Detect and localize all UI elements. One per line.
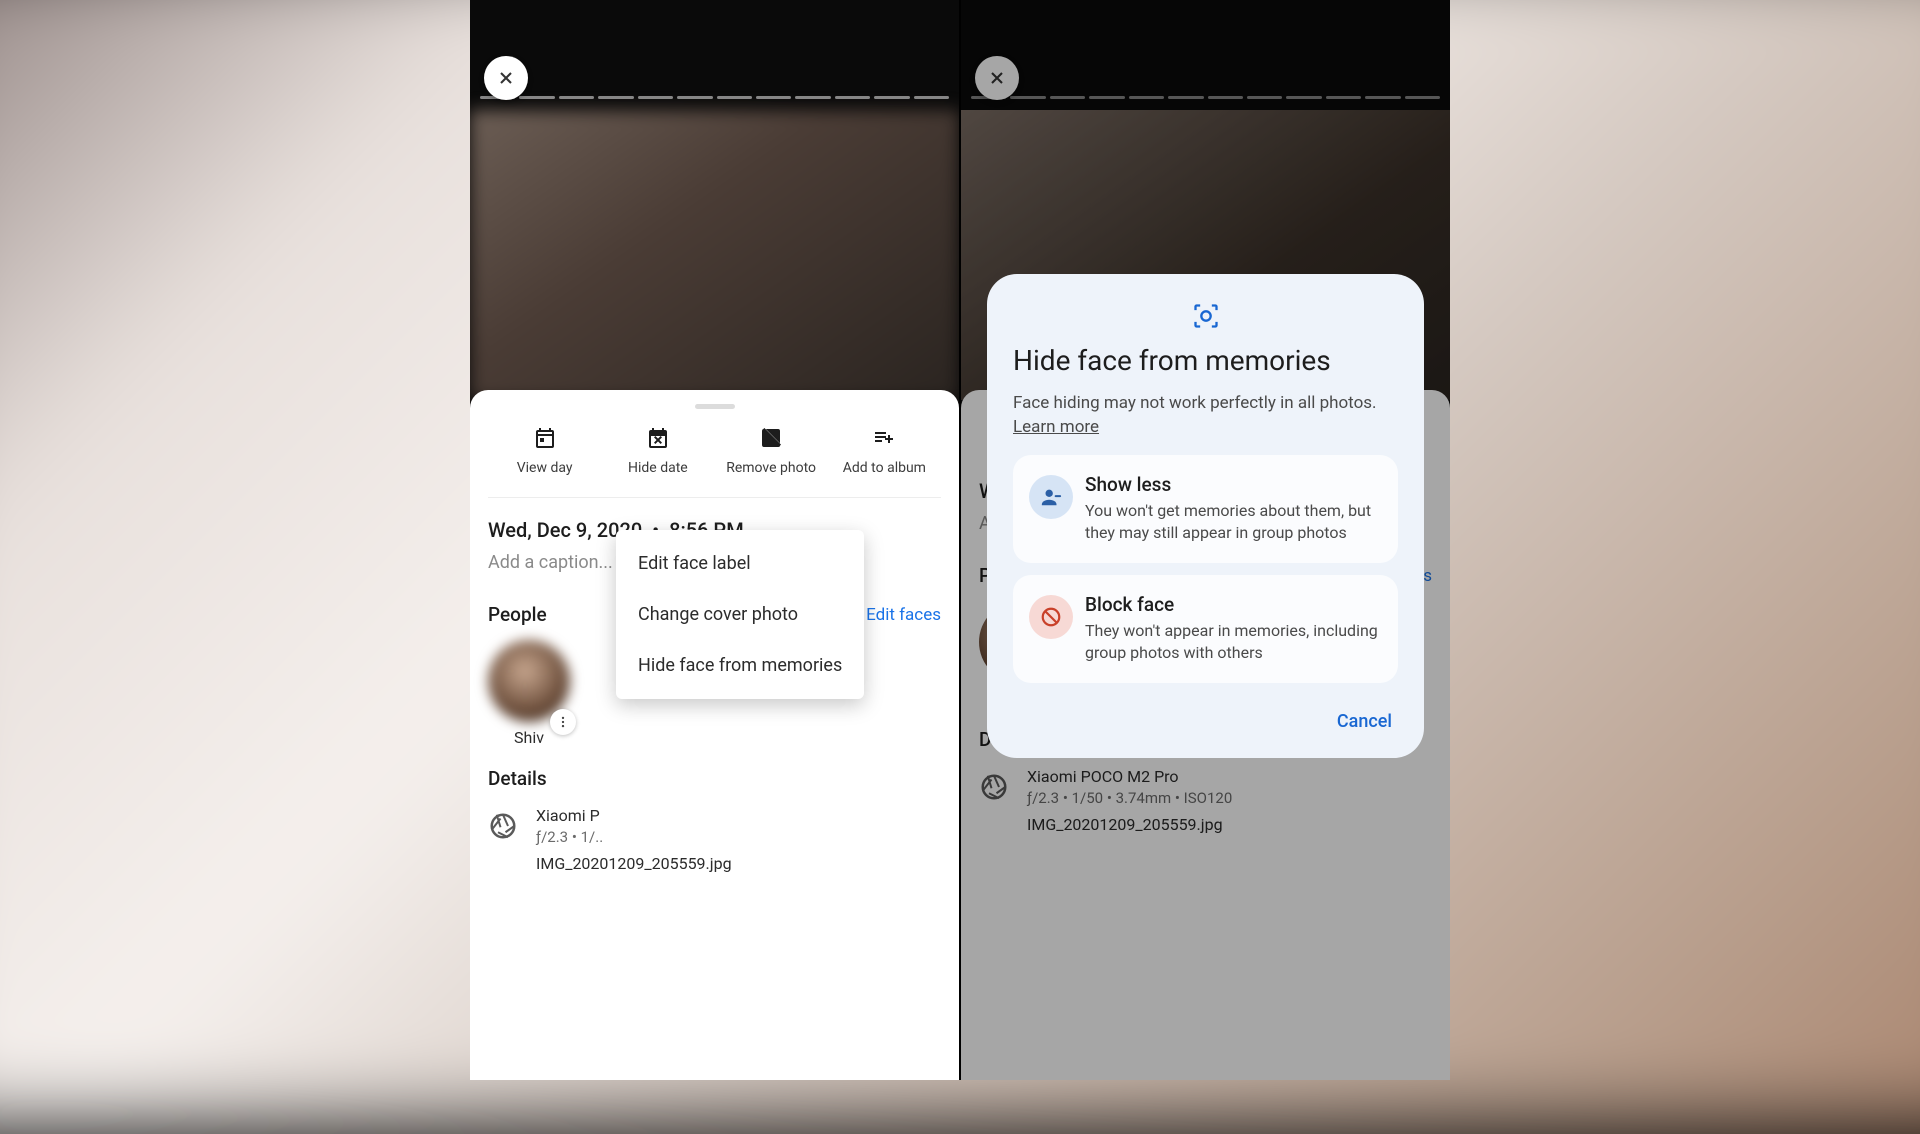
menu-hide-face-from-memories[interactable]: Hide face from memories	[616, 640, 864, 691]
remove-photo-label: Remove photo	[726, 459, 816, 477]
calendar-icon	[532, 425, 558, 451]
person-chip[interactable]: Shiv	[488, 640, 570, 747]
hide-date-action[interactable]: Hide date	[601, 425, 714, 477]
sheet-handle[interactable]	[695, 404, 735, 409]
menu-edit-face-label[interactable]: Edit face label	[616, 538, 864, 589]
block-icon	[1029, 595, 1073, 639]
edit-faces-link[interactable]: Edit faces	[866, 605, 941, 625]
device-name: Xiaomi P	[536, 806, 603, 825]
block-face-title: Block face	[1085, 593, 1380, 616]
cancel-button[interactable]: Cancel	[1013, 695, 1398, 734]
person-more-button[interactable]	[550, 709, 576, 735]
calendar-x-icon	[645, 425, 671, 451]
image-off-icon	[758, 425, 784, 451]
view-day-label: View day	[517, 459, 573, 477]
add-album-label: Add to album	[843, 459, 926, 477]
photo-preview	[470, 110, 959, 400]
playlist-add-icon	[871, 425, 897, 451]
people-heading: People	[488, 603, 547, 626]
details-heading: Details	[488, 767, 941, 790]
hide-date-label: Hide date	[628, 459, 688, 477]
show-less-desc: You won't get memories about them, but t…	[1085, 500, 1380, 545]
more-vert-icon	[556, 715, 570, 729]
block-face-desc: They won't appear in memories, including…	[1085, 620, 1380, 665]
aperture-icon	[488, 811, 518, 841]
close-button[interactable]	[484, 56, 528, 100]
block-face-option[interactable]: Block face They won't appear in memories…	[1013, 575, 1398, 683]
show-less-option[interactable]: Show less You won't get memories about t…	[1013, 455, 1398, 563]
face-context-menu: Edit face label Change cover photo Hide …	[616, 530, 864, 699]
hide-face-dialog: Hide face from memories Face hiding may …	[987, 274, 1424, 758]
face-detection-icon	[1013, 302, 1398, 330]
menu-change-cover-photo[interactable]: Change cover photo	[616, 589, 864, 640]
add-to-album-action[interactable]: Add to album	[828, 425, 941, 477]
filename-text: IMG_20201209_205559.jpg	[536, 854, 941, 873]
info-sheet: View day Hide date Remove photo Add to a…	[470, 390, 959, 1080]
camera-specs: ƒ/2.3 • 1/..	[536, 828, 603, 846]
stories-progress	[480, 96, 949, 99]
person-remove-icon	[1029, 475, 1073, 519]
dialog-title: Hide face from memories	[1013, 344, 1398, 377]
dialog-description: Face hiding may not work perfectly in al…	[1013, 393, 1398, 413]
learn-more-link[interactable]: Learn more	[1013, 417, 1099, 437]
view-day-action[interactable]: View day	[488, 425, 601, 477]
close-icon	[496, 68, 516, 88]
show-less-title: Show less	[1085, 473, 1380, 496]
remove-photo-action[interactable]: Remove photo	[715, 425, 828, 477]
